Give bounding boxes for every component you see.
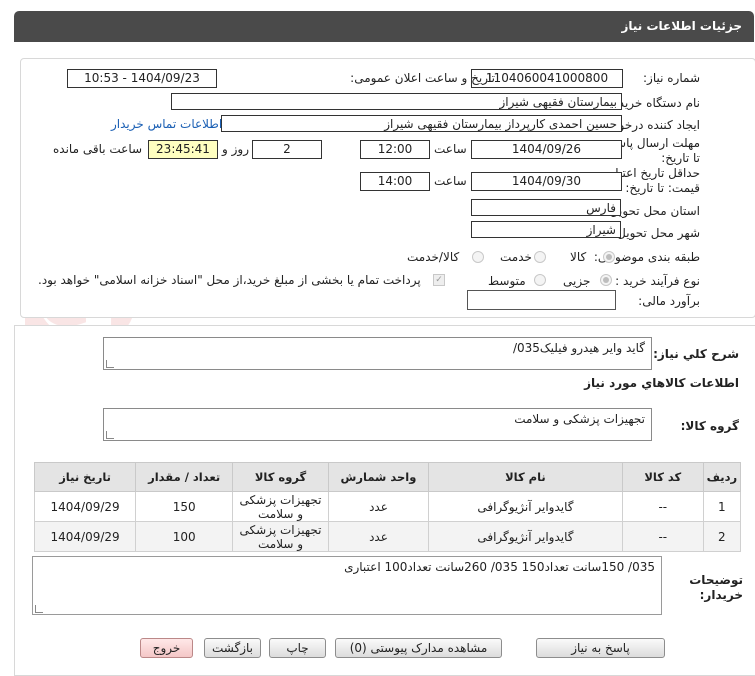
page-header: جزئیات اطلاعات نیاز bbox=[14, 11, 754, 42]
attachments-button[interactable]: مشاهده مدارک پیوستی (0) bbox=[335, 638, 502, 658]
category-option-service: خدمت bbox=[500, 250, 532, 264]
back-button[interactable]: بازگشت bbox=[204, 638, 261, 658]
goods-table: ردیف کد کالا نام کالا واحد شمارش گروه کا… bbox=[33, 462, 742, 552]
city-field: شیراز bbox=[471, 221, 621, 238]
contact-info-link[interactable]: اطلاعات تماس خریدار bbox=[111, 117, 222, 131]
col-index: ردیف bbox=[702, 462, 742, 492]
goods-section-title: اطلاعات كالاهاي مورد نياز bbox=[584, 376, 739, 390]
creator-field: حسین احمدی کارپرداز بیمارستان فقیهی شیرا… bbox=[221, 115, 622, 132]
buyer-org-field: بیمارستان فقیهی شیراز bbox=[171, 93, 622, 110]
announce-field: 1404/09/23 - 10:53 bbox=[67, 69, 217, 88]
page-title: جزئیات اطلاعات نیاز bbox=[621, 19, 742, 33]
cell-index: 1 bbox=[702, 491, 742, 522]
days-field: 2 bbox=[252, 140, 322, 159]
table-header-row: ردیف کد کالا نام کالا واحد شمارش گروه کا… bbox=[33, 462, 742, 492]
estimate-field bbox=[467, 290, 616, 310]
resize-handle[interactable] bbox=[35, 605, 43, 613]
print-button[interactable]: چاپ bbox=[269, 638, 326, 658]
category-option-both: کالا/خدمت bbox=[407, 250, 460, 264]
category-radio-goods[interactable] bbox=[603, 251, 615, 263]
reply-time-label: ساعت bbox=[434, 142, 467, 156]
category-option-goods: کالا bbox=[570, 250, 587, 264]
cell-name: گایدوایر آنژیوگرافی bbox=[428, 491, 623, 522]
province-field: فارس bbox=[471, 199, 621, 216]
process-option-medium: متوسط bbox=[488, 274, 526, 288]
resize-handle[interactable] bbox=[106, 360, 114, 368]
cell-date: 1404/09/29 bbox=[33, 491, 137, 522]
process-option-minor: جزیی bbox=[563, 274, 591, 288]
cell-date: 1404/09/29 bbox=[33, 521, 137, 552]
validity-time-field: 14:00 bbox=[360, 172, 430, 191]
cell-unit: عدد bbox=[327, 491, 430, 522]
summary-text: گاید وایر هیدرو فیلیک035/ bbox=[512, 341, 645, 355]
cell-group: تجهیزات پزشکی و سلامت bbox=[232, 491, 329, 522]
resize-handle[interactable] bbox=[106, 431, 114, 439]
exit-button[interactable]: خروج bbox=[140, 638, 193, 658]
process-radio-minor[interactable] bbox=[600, 274, 612, 286]
col-unit: واحد شمارش bbox=[327, 462, 430, 492]
remaining-time-label: ساعت باقی مانده bbox=[53, 142, 143, 156]
cell-code: -- bbox=[621, 491, 704, 522]
notes-textarea: 035/ 150سانت تعداد150 035/ 260سانت تعداد… bbox=[32, 556, 662, 615]
col-qty: تعداد / مقدار bbox=[135, 462, 234, 492]
notes-text: 035/ 150سانت تعداد150 035/ 260سانت تعداد… bbox=[344, 560, 655, 574]
summary-textarea: گاید وایر هیدرو فیلیک035/ bbox=[103, 337, 652, 370]
goods-group-label: گروه کالا: bbox=[680, 419, 739, 433]
cell-qty: 100 bbox=[135, 521, 234, 552]
cell-index: 2 bbox=[702, 521, 742, 552]
category-radio-service[interactable] bbox=[534, 251, 546, 263]
treasury-checkbox[interactable]: ✓ bbox=[433, 274, 445, 286]
reply-date-field: 1404/09/26 bbox=[471, 140, 622, 159]
table-row: 2 -- گایدوایر آنژیوگرافی عدد تجهیزات پزش… bbox=[33, 521, 742, 552]
validity-time-label: ساعت bbox=[434, 174, 467, 188]
cell-qty: 150 bbox=[135, 491, 234, 522]
city-label: شهر محل تحویل: bbox=[613, 226, 700, 240]
need-number-label: شماره نیاز: bbox=[643, 71, 700, 85]
col-date: تاریخ نیاز bbox=[33, 462, 137, 492]
cell-name: گایدوایر آنژیوگرافی bbox=[428, 521, 623, 552]
reply-button[interactable]: پاسخ به نیاز bbox=[536, 638, 665, 658]
payment-note: پرداخت تمام یا بخشی از مبلغ خرید،از محل … bbox=[38, 273, 421, 287]
col-code: کد کالا bbox=[621, 462, 704, 492]
validity-date-field: 1404/09/30 bbox=[471, 172, 622, 191]
announce-label: تاریخ و ساعت اعلان عمومی: bbox=[350, 71, 495, 85]
table-row: 1 -- گایدوایر آنژیوگرافی عدد تجهیزات پزش… bbox=[33, 491, 742, 522]
goods-group-textarea: تجهیزات پزشکی و سلامت bbox=[103, 408, 652, 441]
col-group: گروه کالا bbox=[232, 462, 329, 492]
days-label: روز و bbox=[222, 142, 249, 156]
goods-group-text: تجهیزات پزشکی و سلامت bbox=[514, 412, 645, 426]
col-name: نام کالا bbox=[428, 462, 623, 492]
summary-label: شرح کلي نياز: bbox=[653, 347, 739, 361]
process-radio-medium[interactable] bbox=[534, 274, 546, 286]
reply-time-field: 12:00 bbox=[360, 140, 430, 159]
notes-label: توضیحات خریدار: bbox=[689, 573, 743, 602]
remaining-time-field: 23:45:41 bbox=[148, 140, 218, 159]
process-label: نوع فرآیند خرید : bbox=[615, 274, 700, 288]
category-radio-both[interactable] bbox=[472, 251, 484, 263]
cell-unit: عدد bbox=[327, 521, 430, 552]
estimate-label: برآورد مالی: bbox=[638, 294, 700, 308]
cell-group: تجهیزات پزشکی و سلامت bbox=[232, 521, 329, 552]
cell-code: -- bbox=[621, 521, 704, 552]
